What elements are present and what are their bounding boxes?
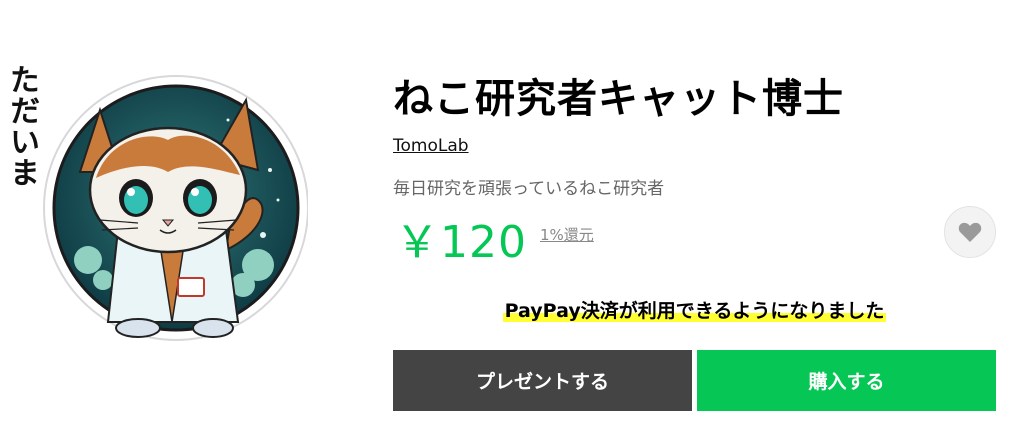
- sticker-image: [8, 60, 309, 350]
- buy-button[interactable]: 購入する: [697, 350, 996, 411]
- gift-button[interactable]: プレゼントする: [393, 350, 692, 411]
- product-title: ねこ研究者キャット博士: [393, 76, 844, 122]
- price: ￥120: [395, 217, 527, 268]
- scientist-cat-icon: [43, 75, 309, 341]
- point-return-link[interactable]: 1%還元: [540, 224, 594, 245]
- favorite-button[interactable]: [944, 206, 996, 258]
- payment-notice: PayPay決済が利用できるようになりました: [393, 296, 996, 323]
- sticker-caption: ただいま: [4, 64, 39, 188]
- product-description: 毎日研究を頑張っているねこ研究者: [393, 179, 665, 199]
- payment-notice-text: PayPay決済が利用できるようになりました: [502, 300, 887, 322]
- heart-icon: [958, 222, 982, 242]
- author-link[interactable]: TomoLab: [393, 136, 469, 156]
